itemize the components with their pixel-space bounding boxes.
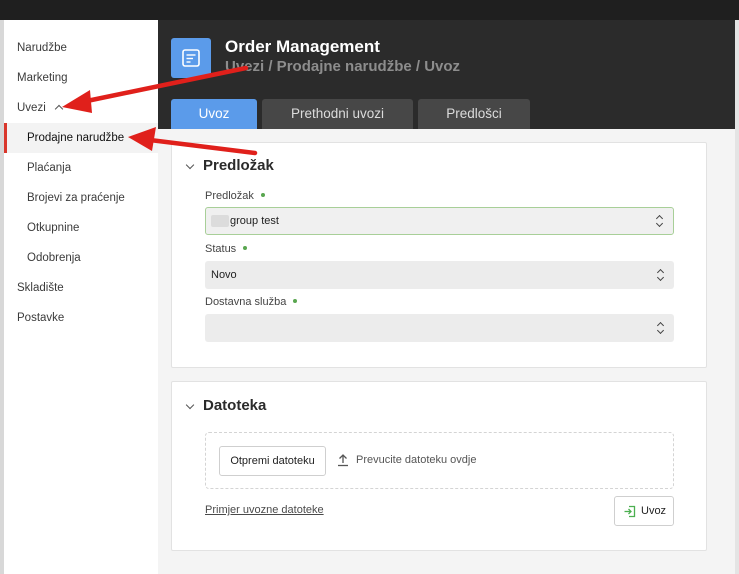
sidebar-item-brojevi-za-pracenje[interactable]: Brojevi za praćenje <box>4 183 181 213</box>
select-value: Novo <box>211 269 237 281</box>
select-arrows-icon <box>656 214 664 228</box>
field-label-dostavna-sluzba: Dostavna služba <box>205 296 298 308</box>
order-list-icon <box>182 49 200 67</box>
sidebar-item-label: Prodajne narudžbe <box>27 132 125 144</box>
tab-uvoz[interactable]: Uvoz <box>171 99 257 129</box>
chevron-down-icon[interactable] <box>185 400 195 410</box>
page-title: Order Management <box>225 37 380 56</box>
tab-label: Prethodni uvozi <box>290 106 385 121</box>
sidebar-item-label: Otkupnine <box>27 222 80 234</box>
status-select[interactable]: Novo <box>205 261 674 289</box>
sidebar-item-label: Postavke <box>17 312 65 324</box>
field-label-status: Status <box>205 243 248 255</box>
select-value: group test <box>230 215 279 227</box>
chevron-down-icon[interactable] <box>185 160 195 170</box>
tab-label: Predlošci <box>446 106 502 121</box>
card-title: Predložak <box>203 157 274 174</box>
sidebar-item-prodajne-narudzbe[interactable]: Prodajne narudžbe <box>4 123 181 153</box>
main-content: Predložak Predložak group test Status No… <box>158 129 735 574</box>
template-card: Predložak Predložak group test Status No… <box>171 142 707 368</box>
sidebar-item-label: Narudžbe <box>17 42 67 54</box>
sidebar-item-label: Brojevi za praćenje <box>27 192 125 204</box>
chevron-up-icon <box>54 104 64 114</box>
upload-icon <box>338 454 348 467</box>
tab-predlosci[interactable]: Predlošci <box>418 99 530 129</box>
select-arrows-icon <box>657 321 665 335</box>
sidebar-item-odobrenja[interactable]: Odobrenja <box>4 243 181 273</box>
sidebar-item-marketing[interactable]: Marketing <box>4 63 171 93</box>
sample-file-link[interactable]: Primjer uvozne datoteke <box>205 504 324 516</box>
window-top-bar <box>0 0 739 20</box>
sidebar-nav: Narudžbe Marketing Uvezi Prodajne narudž… <box>4 20 181 574</box>
sidebar-item-label: Odobrenja <box>27 252 81 264</box>
import-button-label: Uvoz <box>641 505 667 517</box>
sidebar-item-postavke[interactable]: Postavke <box>4 303 171 333</box>
breadcrumb: Uvezi / Prodajne narudžbe / Uvoz <box>225 58 461 75</box>
sidebar-item-label: Uvezi <box>17 102 46 114</box>
sidebar-item-label: Marketing <box>17 72 68 84</box>
import-icon <box>624 505 636 518</box>
required-dot <box>260 193 265 197</box>
sidebar-item-narudzbe[interactable]: Narudžbe <box>4 33 171 63</box>
drop-hint: Prevucite datoteku ovdje <box>356 454 477 466</box>
sidebar-item-otkupnine[interactable]: Otkupnine <box>4 213 181 243</box>
select-arrows-icon <box>657 268 665 282</box>
window-right-edge <box>735 20 739 574</box>
file-card: Datoteka Otpremi datoteku Prevucite dato… <box>171 381 707 551</box>
shipping-service-select[interactable] <box>205 314 674 342</box>
import-button[interactable]: Uvoz <box>614 496 674 526</box>
field-label-predlozak: Predložak <box>205 190 265 202</box>
redacted-text <box>211 215 229 227</box>
required-dot <box>243 246 248 250</box>
template-select[interactable]: group test <box>205 207 674 235</box>
sidebar-item-placanja[interactable]: Plaćanja <box>4 153 181 183</box>
file-dropzone[interactable]: Otpremi datoteku Prevucite datoteku ovdj… <box>205 432 674 489</box>
tab-prethodni-uvozi[interactable]: Prethodni uvozi <box>262 99 413 129</box>
sidebar-item-label: Skladište <box>17 282 64 294</box>
app-logo <box>171 38 211 78</box>
sidebar-item-uvezi[interactable]: Uvezi <box>4 93 171 123</box>
upload-file-button[interactable]: Otpremi datoteku <box>219 446 326 476</box>
card-title: Datoteka <box>203 397 267 414</box>
required-dot <box>293 299 298 303</box>
tab-label: Uvoz <box>198 106 230 121</box>
sidebar-item-skladiste[interactable]: Skladište <box>4 273 171 303</box>
page-header: Order Management Uvezi / Prodajne narudž… <box>158 20 735 129</box>
sidebar-item-label: Plaćanja <box>27 162 72 174</box>
